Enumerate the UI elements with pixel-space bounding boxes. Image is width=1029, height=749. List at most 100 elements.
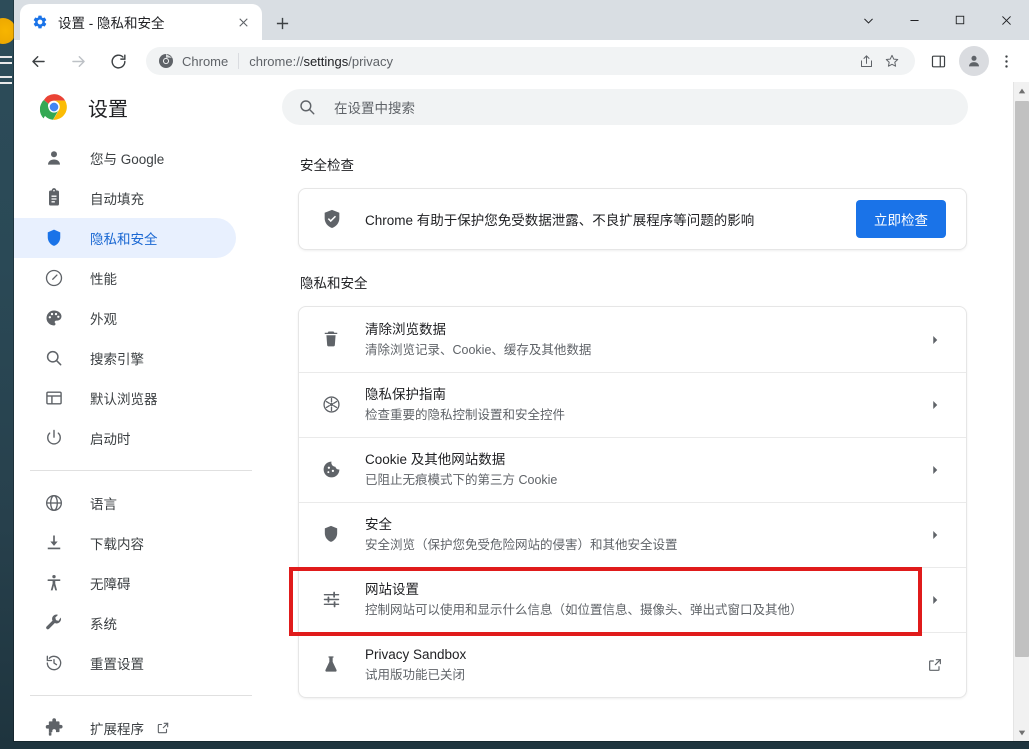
cookie-icon: [321, 459, 343, 481]
window-minimize-button[interactable]: [891, 0, 937, 40]
chevron-right-icon[interactable]: [924, 329, 946, 351]
clipboard-icon: [44, 188, 64, 208]
row-privacy-guide[interactable]: 隐私保护指南 检查重要的隐私控制设置和安全控件: [299, 372, 966, 437]
sidebar-item-autofill[interactable]: 自动填充: [14, 178, 236, 218]
tab-close-icon[interactable]: [232, 11, 254, 33]
sidebar-item-label: 启动时: [90, 432, 131, 447]
row-clear-browsing-data[interactable]: 清除浏览数据 清除浏览记录、Cookie、缓存及其他数据: [299, 307, 966, 372]
tab-strip: 设置 - 隐私和安全: [14, 0, 1029, 40]
sidebar-item-languages[interactable]: 语言: [14, 483, 236, 523]
window-close-button[interactable]: [983, 0, 1029, 40]
scrollbar-thumb[interactable]: [1015, 101, 1029, 657]
omnibox-url-suffix: /privacy: [348, 53, 394, 69]
sidebar-item-performance[interactable]: 性能: [14, 258, 236, 298]
tune-icon: [321, 589, 343, 611]
settings-search-placeholder: 在设置中搜索: [334, 101, 415, 116]
sidebar-item-privacy-and-security[interactable]: 隐私和安全: [14, 218, 236, 258]
chevron-right-icon[interactable]: [924, 589, 946, 611]
sidebar-item-label: 下载内容: [90, 537, 144, 552]
omnibox-chip-label: Chrome: [182, 53, 229, 69]
chevron-right-icon[interactable]: [924, 459, 946, 481]
forward-button[interactable]: [62, 45, 94, 77]
row-cookies-and-site-data[interactable]: Cookie 及其他网站数据 已阻止无痕模式下的第三方 Cookie: [299, 437, 966, 502]
profile-avatar[interactable]: [959, 46, 989, 76]
scrollbar-up-arrow[interactable]: [1014, 82, 1029, 99]
back-button[interactable]: [22, 45, 54, 77]
sidebar-item-label: 扩展程序: [90, 722, 144, 737]
shield-icon: [321, 524, 343, 546]
browser-window-icon: [44, 388, 64, 408]
sidebar-item-default-browser[interactable]: 默认浏览器: [14, 378, 236, 418]
chevron-right-icon[interactable]: [924, 394, 946, 416]
address-bar[interactable]: Chrome chrome://settings/privacy: [146, 47, 915, 75]
sidebar-item-accessibility[interactable]: 无障碍: [14, 563, 236, 603]
chrome-menu-icon[interactable]: [991, 46, 1021, 76]
omnibox-actions: [853, 48, 905, 74]
row-security[interactable]: 安全 安全浏览（保护您免受危险网站的侵害）和其他安全设置: [299, 502, 966, 567]
shield-icon: [44, 228, 64, 248]
sidebar-item-appearance[interactable]: 外观: [14, 298, 236, 338]
window-minimize-to-tray-button[interactable]: [845, 0, 891, 40]
sidebar-divider-2: [30, 695, 252, 696]
reload-button[interactable]: [102, 45, 134, 77]
sidebar-item-you-and-google[interactable]: 您与 Google: [14, 138, 236, 178]
row-title: 清除浏览数据: [365, 321, 446, 337]
sidebar-item-label: 系统: [90, 617, 117, 632]
row-site-settings[interactable]: 网站设置 控制网站可以使用和显示什么信息（如位置信息、摄像头、弹出式窗口及其他）: [289, 567, 966, 636]
omnibox-separator: [238, 53, 240, 69]
desktop-label-1: [0, 56, 12, 58]
row-title: 安全: [365, 517, 392, 532]
sidebar-item-label: 语言: [90, 497, 117, 512]
row-subtitle: 清除浏览记录、Cookie、缓存及其他数据: [365, 342, 592, 357]
omnibox-url: chrome://settings/privacy: [249, 54, 393, 69]
safety-check-card: Chrome 有助于保护您免受数据泄露、不良扩展程序等问题的影响 立即检查: [298, 188, 967, 250]
desktop-background: [0, 0, 16, 749]
settings-gear-favicon: [32, 14, 48, 30]
scrollbar-down-arrow[interactable]: [1014, 724, 1029, 741]
omnibox-url-bold: settings: [303, 53, 349, 69]
window-maximize-button[interactable]: [937, 0, 983, 40]
privacy-guide-icon: [321, 394, 343, 416]
sidebar-item-extensions[interactable]: 扩展程序: [14, 708, 236, 741]
open-in-new-icon[interactable]: [924, 654, 946, 676]
row-title: 隐私保护指南: [365, 387, 446, 402]
sidebar-item-search-engine[interactable]: 搜索引擎: [14, 338, 236, 378]
settings-main-content: 安全检查 Chrome 有助于保护您免受数据泄露、不良扩展程序等问题的影响 立即…: [252, 132, 1013, 741]
safety-check-section-title: 安全检查: [300, 158, 354, 173]
sidebar-item-reset-settings[interactable]: 重置设置: [14, 643, 236, 683]
row-subtitle: 试用版功能已关闭: [365, 668, 466, 682]
palette-icon: [44, 308, 64, 328]
row-text: Cookie 及其他网站数据 已阻止无痕模式下的第三方 Cookie: [365, 451, 924, 489]
row-text: 隐私保护指南 检查重要的隐私控制设置和安全控件: [365, 386, 924, 424]
row-text: Privacy Sandbox 试用版功能已关闭: [365, 646, 924, 684]
trash-icon: [321, 329, 343, 351]
sidebar-item-label: 隐私和安全: [90, 232, 158, 247]
desktop-label-2: [0, 62, 12, 64]
download-icon: [44, 533, 64, 553]
share-icon[interactable]: [853, 48, 879, 74]
page-scrollbar[interactable]: [1013, 82, 1029, 741]
bookmark-star-icon[interactable]: [879, 48, 905, 74]
chrome-logo-icon: [158, 53, 174, 69]
person-icon: [44, 148, 64, 168]
row-privacy-sandbox[interactable]: Privacy Sandbox 试用版功能已关闭: [299, 632, 966, 697]
settings-page: 设置 在设置中搜索 您与 Google 自动填充 隐私和安全 性能 外观 搜索引…: [14, 82, 1029, 741]
new-tab-button[interactable]: [268, 9, 296, 37]
sidebar-item-label: 重置设置: [90, 657, 144, 672]
row-text: 网站设置 控制网站可以使用和显示什么信息（如位置信息、摄像头、弹出式窗口及其他）: [365, 581, 924, 619]
chevron-right-icon[interactable]: [924, 524, 946, 546]
sidebar-divider-1: [30, 470, 252, 471]
tab-settings-privacy[interactable]: 设置 - 隐私和安全: [20, 4, 262, 40]
row-subtitle: 控制网站可以使用和显示什么信息（如位置信息、摄像头、弹出式窗口及其他）: [365, 603, 803, 617]
run-safety-check-button[interactable]: 立即检查: [856, 200, 946, 238]
row-title: Privacy Sandbox: [365, 647, 467, 662]
sidebar-item-system[interactable]: 系统: [14, 603, 236, 643]
side-panel-icon[interactable]: [923, 46, 953, 76]
power-icon: [44, 428, 64, 448]
desktop-label-3: [0, 76, 12, 78]
sidebar-item-downloads[interactable]: 下载内容: [14, 523, 236, 563]
sidebar-item-on-startup[interactable]: 启动时: [14, 418, 236, 458]
row-title: Cookie 及其他网站数据: [365, 452, 506, 467]
globe-icon: [44, 493, 64, 513]
settings-search-box[interactable]: 在设置中搜索: [282, 89, 968, 125]
